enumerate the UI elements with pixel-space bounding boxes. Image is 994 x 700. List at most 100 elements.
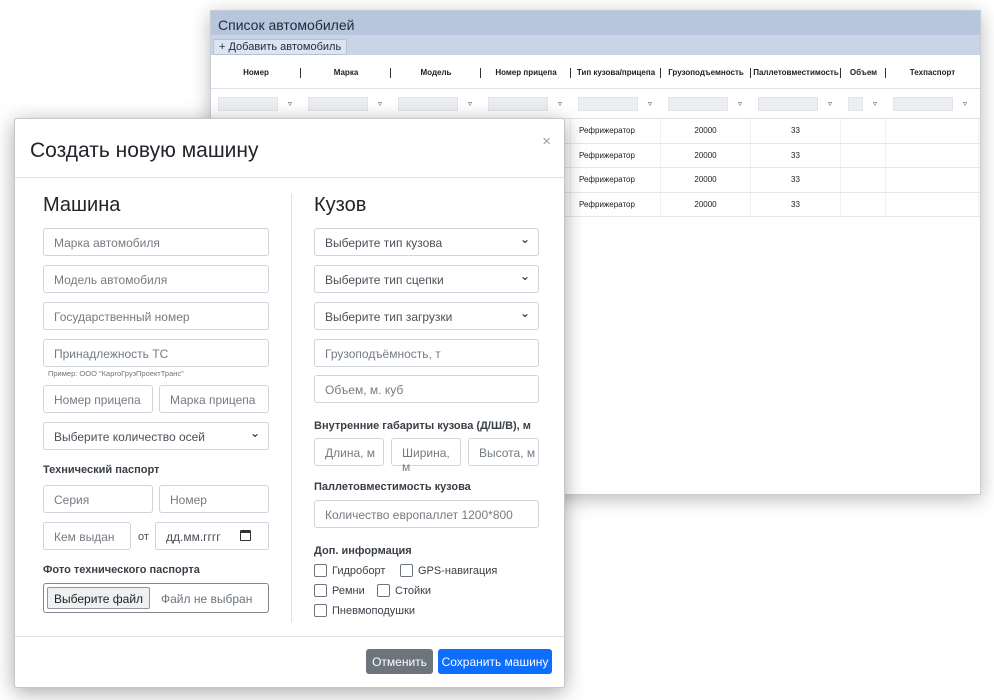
filter-icon[interactable]: ▿ (288, 99, 292, 108)
table-cell (841, 168, 886, 192)
grid-header-row: Номер Марка Модель Номер прицепа Тип куз… (211, 55, 980, 89)
body-section-title: Кузов (314, 194, 367, 216)
filter-input[interactable] (758, 96, 818, 111)
plate-number-input[interactable]: Государственный номер (43, 302, 269, 330)
cell-pallets: 33 (751, 168, 841, 192)
filter-input[interactable] (308, 96, 368, 111)
date-placeholder: дд.мм.гггг (166, 530, 221, 544)
passport-number-input[interactable]: Номер (159, 485, 269, 513)
loading-type-select[interactable]: Выберите тип загрузки (314, 302, 539, 330)
option-label: Гидроборт (332, 564, 386, 577)
cell-body-type: Рефрижератор (571, 119, 661, 143)
axles-select[interactable]: Выберите количество осей (43, 422, 269, 450)
option-stands[interactable]: Стойки (377, 584, 431, 597)
cell-pallets: 33 (751, 143, 841, 167)
filter-input[interactable] (848, 96, 863, 111)
table-cell (841, 192, 886, 216)
filter-cell: ▿ (391, 89, 481, 118)
table-cell (841, 143, 886, 167)
cancel-button[interactable]: Отменить (366, 649, 433, 674)
filter-cell: ▿ (301, 89, 391, 118)
filter-input[interactable] (398, 96, 458, 111)
filter-icon[interactable]: ▿ (963, 99, 967, 108)
hitch-type-select[interactable]: Выберите тип сцепки (314, 265, 539, 293)
checkbox[interactable] (314, 584, 327, 597)
table-cell (841, 119, 886, 143)
save-car-button[interactable]: Сохранить машину (438, 649, 552, 674)
column-header-capacity[interactable]: Грузоподъемность (661, 55, 751, 88)
column-header-volume[interactable]: Объем (841, 55, 886, 88)
extra-info-label: Доп. информация (314, 545, 412, 557)
passport-series-input[interactable]: Серия (43, 485, 153, 513)
option-gps[interactable]: GPS-навигация (400, 564, 497, 577)
car-brand-input[interactable]: Марка автомобиля (43, 228, 269, 256)
filter-cell: ▿ (211, 89, 301, 118)
modal-title: Создать новую машину (30, 139, 259, 162)
owner-input[interactable]: Принадлежность ТС (43, 339, 269, 367)
checkbox[interactable] (377, 584, 390, 597)
height-input[interactable]: Высота, м (468, 438, 539, 466)
volume-input[interactable]: Объем, м. куб (314, 375, 539, 403)
close-icon[interactable]: × (542, 133, 551, 150)
filter-icon[interactable]: ▿ (873, 99, 877, 108)
modal-footer: Отменить Сохранить машину (15, 636, 564, 687)
filter-cell: ▿ (751, 89, 841, 118)
filter-cell: ▿ (571, 89, 661, 118)
issue-date-input[interactable]: дд.мм.гггг (155, 522, 269, 550)
body-type-select[interactable]: Выберите тип кузова (314, 228, 539, 256)
checkbox[interactable] (400, 564, 413, 577)
table-cell (886, 192, 979, 216)
passport-label: Технический паспорт (43, 464, 160, 476)
file-status: Файл не выбран (161, 592, 253, 606)
filter-icon[interactable]: ▿ (738, 99, 742, 108)
pallets-label: Паллетовместимость кузова (314, 481, 471, 493)
filter-icon[interactable]: ▿ (468, 99, 472, 108)
trailer-number-input[interactable]: Номер прицепа (43, 385, 153, 413)
option-label: Стойки (395, 584, 432, 597)
calendar-icon[interactable] (240, 530, 251, 541)
column-header-body-type[interactable]: Тип кузова/прицепа (571, 55, 661, 88)
trailer-brand-input[interactable]: Марка прицепа (159, 385, 269, 413)
column-header-pallets[interactable]: Паллетовместимость (751, 55, 841, 88)
cell-capacity: 20000 (661, 168, 751, 192)
table-cell (886, 168, 979, 192)
option-label: Ремни (332, 584, 365, 597)
filter-input[interactable] (893, 96, 953, 111)
add-car-button[interactable]: + Добавить автомобиль (213, 39, 348, 55)
from-label: от (138, 531, 149, 543)
width-input[interactable]: Ширина, м (391, 438, 461, 474)
filter-input[interactable] (668, 96, 728, 111)
filter-icon[interactable]: ▿ (828, 99, 832, 108)
column-header-model[interactable]: Модель (391, 55, 481, 88)
filter-icon[interactable]: ▿ (648, 99, 652, 108)
column-header-passport[interactable]: Техпаспорт (886, 55, 979, 88)
option-hydroboard[interactable]: Гидроборт (314, 564, 385, 577)
column-header-brand[interactable]: Марка (301, 55, 391, 88)
filter-input[interactable] (578, 96, 638, 111)
option-label: GPS-навигация (418, 564, 498, 577)
pallets-input[interactable]: Количество европаллет 1200*800 (314, 500, 539, 528)
checkbox[interactable] (314, 604, 327, 617)
option-air-suspension[interactable]: Пневмоподушки (314, 604, 415, 617)
issued-by-input[interactable]: Кем выдан (43, 522, 131, 550)
checkbox[interactable] (314, 564, 327, 577)
modal-body: Машина Марка автомобиля Модель автомобил… (15, 178, 564, 638)
create-car-modal: Создать новую машину × Машина Марка авто… (14, 118, 565, 688)
filter-input[interactable] (488, 96, 548, 111)
option-straps[interactable]: Ремни (314, 584, 365, 597)
choose-file-button[interactable]: Выберите файл (47, 587, 151, 609)
passport-photo-label: Фото технического паспорта (43, 564, 200, 576)
capacity-input[interactable]: Грузоподъёмность, т (314, 339, 539, 367)
car-list-toolbar: + Добавить автомобиль (211, 35, 980, 55)
column-header-number[interactable]: Номер (211, 55, 301, 88)
filter-input[interactable] (218, 96, 278, 111)
cell-pallets: 33 (751, 192, 841, 216)
cell-body-type: Рефрижератор (571, 168, 661, 192)
length-input[interactable]: Длина, м (314, 438, 384, 466)
column-header-trailer-number[interactable]: Номер прицепа (481, 55, 571, 88)
filter-icon[interactable]: ▿ (378, 99, 382, 108)
filter-icon[interactable]: ▿ (558, 99, 562, 108)
passport-photo-file-input[interactable]: Выберите файл Файл не выбран (43, 583, 269, 613)
car-model-input[interactable]: Модель автомобиля (43, 265, 269, 293)
cell-pallets: 33 (751, 119, 841, 143)
